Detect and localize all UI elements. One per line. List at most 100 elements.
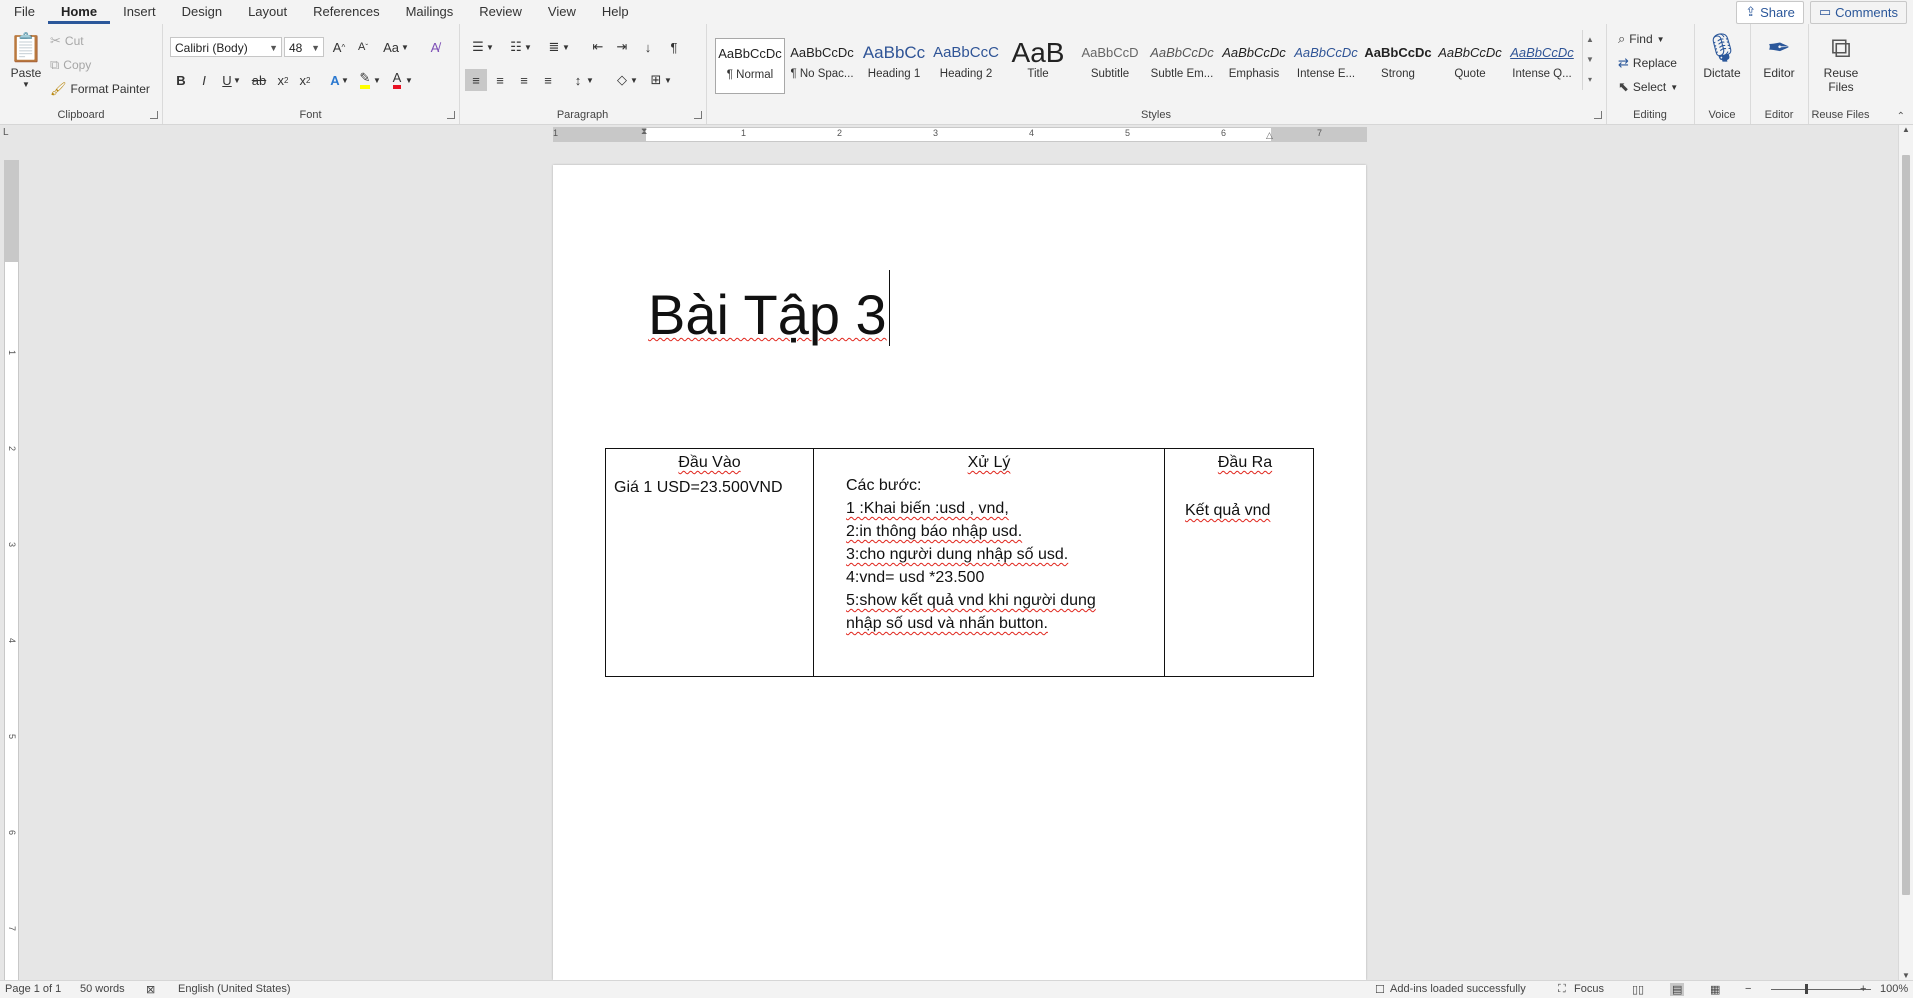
ipo-table[interactable]: Đầu Vào Giá 1 USD=23.500VND Xử Lý Các bư… [605,448,1314,677]
tab-view[interactable]: View [535,0,589,24]
input-cell[interactable]: Đầu Vào Giá 1 USD=23.500VND [605,448,814,677]
style-strong[interactable]: AaBbCcDc Strong [1363,38,1433,94]
style-no-spacing[interactable]: AaBbCcDc ¶ No Spac... [787,38,857,94]
chevron-down-icon[interactable]: ▼ [561,36,571,58]
gallery-more-icon[interactable]: ▾ [1583,70,1597,90]
chevron-down-icon[interactable]: ▼ [232,69,242,91]
align-left-icon[interactable]: ≡ [465,69,487,91]
style-intense-emphasis[interactable]: AaBbCcDc Intense E... [1291,38,1361,94]
focus-button[interactable]: Focus [1574,983,1604,995]
tab-file[interactable]: File [0,0,48,24]
style-quote[interactable]: AaBbCcDc Quote [1435,38,1505,94]
chevron-down-icon[interactable]: ▼ [629,69,639,91]
process-cell[interactable]: Xử Lý Các bước: 1 :Khai biến :usd , vnd,… [813,448,1165,677]
gallery-up-icon[interactable]: ▲ [1583,30,1597,50]
style-title[interactable]: AaB Title [1003,38,1073,94]
language-indicator[interactable]: English (United States) [178,983,291,995]
shrink-font-icon[interactable]: Aˇ [352,36,374,58]
collapse-ribbon-icon[interactable]: ⌃ [1897,111,1905,122]
print-layout-icon[interactable]: ▤ [1670,983,1685,996]
decrease-indent-icon[interactable]: ⇤ [587,36,609,58]
paste-button[interactable]: 📋 Paste ▼ [8,30,44,89]
chevron-down-icon[interactable]: ▼ [523,36,533,58]
gallery-down-icon[interactable]: ▼ [1583,50,1597,70]
document-page[interactable]: Bài Tập 3 Đầu Vào Giá 1 USD=23.500VND Xử… [553,165,1366,980]
word-count[interactable]: 50 words [80,983,125,995]
read-mode-icon[interactable]: ▯▯ [1632,983,1644,996]
style-emphasis[interactable]: AaBbCcDc Emphasis [1219,38,1289,94]
document-title[interactable]: Bài Tập 3 [648,270,890,346]
output-cell[interactable]: Đầu Ra Kết quả vnd [1164,448,1314,677]
clipboard-launcher-icon[interactable] [150,111,158,119]
chevron-down-icon[interactable]: ▼ [340,69,350,91]
chevron-down-icon[interactable]: ▼ [585,69,595,91]
style-subtle-emphasis[interactable]: AaBbCcDc Subtle Em... [1147,38,1217,94]
select-button[interactable]: ⬉ Select ▼ [1618,79,1678,95]
copy-button[interactable]: ⧉ Copy [50,57,91,73]
align-center-icon[interactable]: ≡ [489,69,511,91]
style-heading-2[interactable]: AaBbCcC Heading 2 [931,38,1001,94]
scroll-up-icon[interactable]: ▲ [1899,125,1913,134]
strikethrough-button[interactable]: ab [248,69,270,91]
comments-button[interactable]: ▭ Comments [1809,0,1907,24]
chevron-down-icon[interactable]: ▼ [372,69,382,91]
change-case-button[interactable]: Aa ▼ [380,36,412,58]
paragraph-launcher-icon[interactable] [694,111,702,119]
style-normal[interactable]: AaBbCcDc ¶ Normal [715,38,785,94]
proofing-icon[interactable]: ⊠ [146,983,155,996]
style-intense-quote[interactable]: AaBbCcDc Intense Q... [1507,38,1577,94]
style-heading-1[interactable]: AaBbCc Heading 1 [859,38,929,94]
chevron-down-icon[interactable]: ▼ [485,36,495,58]
justify-icon[interactable]: ≡ [537,69,559,91]
styles-launcher-icon[interactable] [1594,111,1602,119]
replace-button[interactable]: ⇄ Replace [1618,55,1677,71]
zoom-slider-thumb[interactable] [1805,984,1808,994]
subscript-button[interactable]: x2 [272,69,294,91]
zoom-out-icon[interactable]: − [1745,983,1751,995]
share-button[interactable]: ⇪ Share [1736,0,1804,24]
scroll-down-icon[interactable]: ▼ [1899,971,1913,980]
font-launcher-icon[interactable] [447,111,455,119]
web-layout-icon[interactable]: ▦ [1710,983,1720,996]
dictate-button[interactable]: 🎙 Dictate [1700,30,1744,80]
font-name-combo[interactable]: Calibri (Body) ▼ [170,37,282,57]
format-painter-button[interactable]: 🖌 Format Painter [50,81,150,97]
zoom-slider[interactable] [1771,989,1871,990]
page-count[interactable]: Page 1 of 1 [5,983,61,995]
right-indent-marker-icon[interactable]: △ [1266,130,1273,141]
indent-marker-icon[interactable]: ⧗ [641,126,647,137]
vertical-ruler[interactable]: 1 2 3 4 5 6 7 [4,160,19,980]
focus-icon[interactable]: ⛶ [1558,983,1566,996]
find-button[interactable]: ⌕ Find ▼ [1618,31,1665,47]
font-size-combo[interactable]: 48 ▼ [284,37,324,57]
grow-font-icon[interactable]: A ^ [328,36,350,58]
horizontal-ruler[interactable]: 1 1 2 3 4 5 6 7 ⧗ △ [553,126,1367,142]
align-right-icon[interactable]: ≡ [513,69,535,91]
vertical-scrollbar[interactable]: ▲ ▼ [1898,125,1913,980]
tab-design[interactable]: Design [169,0,235,24]
tab-mailings[interactable]: Mailings [393,0,467,24]
chevron-down-icon[interactable]: ▼ [404,69,414,91]
reuse-files-button[interactable]: ⧉ Reuse Files [1818,30,1864,94]
bold-button[interactable]: B [170,69,192,91]
chevron-down-icon[interactable]: ▼ [663,69,673,91]
style-subtitle[interactable]: AaBbCcD Subtitle [1075,38,1145,94]
tab-home[interactable]: Home [47,0,111,24]
tab-review[interactable]: Review [466,0,535,24]
tab-layout[interactable]: Layout [235,0,300,24]
sort-icon[interactable]: ↓ [637,36,659,58]
zoom-level[interactable]: 100% [1880,983,1908,995]
zoom-in-icon[interactable]: + [1860,983,1866,995]
italic-button[interactable]: I [193,69,215,91]
scrollbar-thumb[interactable] [1902,155,1910,895]
superscript-button[interactable]: x2 [294,69,316,91]
tab-help[interactable]: Help [589,0,642,24]
tab-references[interactable]: References [300,0,392,24]
clear-formatting-icon[interactable]: A̸ [424,36,446,58]
tab-insert[interactable]: Insert [110,0,169,24]
editor-button[interactable]: ✒ Editor [1757,30,1801,80]
increase-indent-icon[interactable]: ⇥ [611,36,633,58]
tab-selector-icon[interactable]: L [3,127,15,139]
pilcrow-icon[interactable]: ¶ [663,36,685,58]
cut-button[interactable]: ✂ Cut [50,33,84,49]
